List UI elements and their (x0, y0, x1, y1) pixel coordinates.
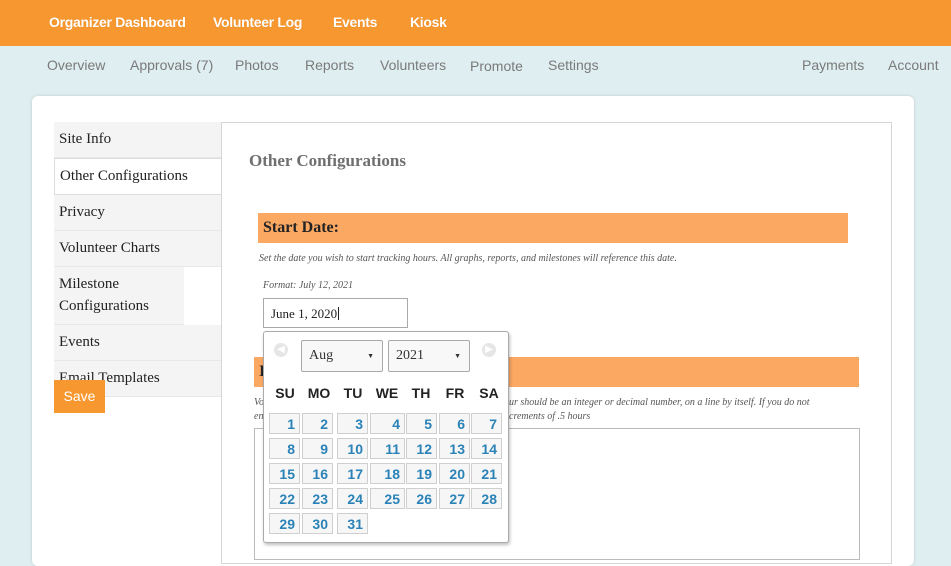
calendar-day[interactable]: 25 (370, 488, 405, 509)
sidebar-item-milestone-configurations[interactable]: Milestone Configurations (54, 267, 184, 325)
datepicker-popup: ◀ Aug ▼ 2021 ▼ ▶ SU MO TU WE TH FR SA 1 … (263, 331, 509, 543)
sidebar-item-label: Privacy (59, 204, 105, 220)
year-select-value: 2021 (396, 348, 424, 363)
calendar-day[interactable]: 20 (439, 463, 470, 484)
calendar-day[interactable]: 7 (471, 413, 502, 434)
calendar-day[interactable]: 21 (471, 463, 502, 484)
calendar-day[interactable]: 8 (269, 438, 300, 459)
sidebar-item-events[interactable]: Events (54, 325, 222, 361)
weekday-label: TH (411, 385, 431, 401)
subnav-settings[interactable]: Settings (548, 57, 599, 73)
calendar-day[interactable]: 24 (337, 488, 368, 509)
datepicker-header: ◀ Aug ▼ 2021 ▼ ▶ (264, 332, 508, 374)
settings-sidebar: Site Info Other Configurations Privacy V… (54, 122, 222, 397)
month-select[interactable]: Aug ▼ (301, 340, 383, 372)
sidebar-item-privacy[interactable]: Privacy (54, 195, 222, 231)
sidebar-item-site-info[interactable]: Site Info (54, 122, 222, 158)
text-cursor (338, 307, 340, 320)
subnav-overview[interactable]: Overview (47, 57, 105, 73)
subnav-account[interactable]: Account (888, 57, 939, 73)
subnav-payments[interactable]: Payments (802, 57, 864, 73)
calendar-day[interactable]: 17 (337, 463, 368, 484)
nav-kiosk[interactable]: Kiosk (410, 14, 447, 30)
top-navigation-bar: Organizer Dashboard Volunteer Log Events… (0, 0, 951, 46)
start-date-input[interactable]: June 1, 2020 (263, 298, 408, 328)
save-button[interactable]: Save (54, 380, 105, 413)
month-select-value: Aug (309, 348, 334, 363)
nav-volunteer-log[interactable]: Volunteer Log (213, 14, 302, 30)
subnav-approvals[interactable]: Approvals (7) (130, 57, 213, 73)
sidebar-item-label: Other Configurations (60, 168, 188, 184)
calendar-day[interactable]: 10 (337, 438, 368, 459)
calendar-day[interactable]: 11 (370, 438, 405, 459)
page-title: Other Configurations (249, 151, 406, 170)
subnav-volunteers[interactable]: Volunteers (380, 57, 446, 73)
start-date-heading: Start Date: (258, 213, 848, 243)
subnav-photos[interactable]: Photos (235, 57, 279, 73)
calendar-day[interactable]: 15 (269, 463, 300, 484)
calendar-day[interactable]: 16 (302, 463, 333, 484)
chevron-down-icon: ▼ (454, 352, 461, 360)
weekday-label: WE (375, 385, 399, 401)
sidebar-item-label: Site Info (59, 131, 112, 147)
section-description-right-1: ur should be an integer or decimal numbe… (509, 397, 810, 408)
weekday-label: MO (307, 385, 331, 401)
calendar-day[interactable]: 13 (439, 438, 470, 459)
calendar-day[interactable]: 23 (302, 488, 333, 509)
calendar-day[interactable]: 26 (406, 488, 437, 509)
calendar-day[interactable]: 3 (337, 413, 368, 434)
chevron-left-icon[interactable]: ◀ (274, 343, 288, 357)
sidebar-item-label: Volunteer Charts (59, 240, 160, 256)
chevron-right-icon[interactable]: ▶ (482, 343, 496, 357)
chevron-down-icon: ▼ (367, 352, 374, 360)
section-description-right-2: crements of .5 hours (509, 411, 591, 422)
year-select[interactable]: 2021 ▼ (388, 340, 470, 372)
calendar-day[interactable]: 31 (337, 513, 368, 534)
calendar-day[interactable]: 5 (406, 413, 437, 434)
calendar-day[interactable]: 12 (406, 438, 437, 459)
subnav-promote[interactable]: Promote (470, 58, 523, 74)
subnav-reports[interactable]: Reports (305, 57, 354, 73)
weekday-label: FR (445, 385, 465, 401)
nav-events[interactable]: Events (333, 14, 377, 30)
calendar-day[interactable]: 2 (302, 413, 333, 434)
calendar-day[interactable]: 18 (370, 463, 405, 484)
calendar-day[interactable]: 22 (269, 488, 300, 509)
calendar-day[interactable]: 1 (269, 413, 300, 434)
sidebar-item-other-configurations[interactable]: Other Configurations (54, 158, 222, 195)
sidebar-item-volunteer-charts[interactable]: Volunteer Charts (54, 231, 222, 267)
sidebar-item-label: Milestone Configurations (59, 276, 149, 314)
calendar-day[interactable]: 19 (406, 463, 437, 484)
calendar-day[interactable]: 9 (302, 438, 333, 459)
secondary-navigation-bar: Overview Approvals (7) Photos Reports Vo… (0, 46, 951, 84)
calendar-day[interactable]: 14 (471, 438, 502, 459)
calendar-day[interactable]: 27 (439, 488, 470, 509)
nav-organizer-dashboard[interactable]: Organizer Dashboard (49, 14, 186, 30)
calendar-day[interactable]: 30 (302, 513, 333, 534)
weekday-label: SU (275, 385, 295, 401)
start-date-value: June 1, 2020 (271, 306, 338, 321)
weekday-label: SA (479, 385, 499, 401)
calendar-day[interactable]: 6 (439, 413, 470, 434)
start-date-description: Set the date you wish to start tracking … (259, 253, 677, 264)
date-format-hint: Format: July 12, 2021 (263, 280, 353, 291)
calendar-day[interactable]: 29 (269, 513, 300, 534)
sidebar-item-label: Events (59, 334, 100, 350)
weekday-label: TU (343, 385, 363, 401)
calendar-day[interactable]: 4 (370, 413, 405, 434)
calendar-day[interactable]: 28 (471, 488, 502, 509)
